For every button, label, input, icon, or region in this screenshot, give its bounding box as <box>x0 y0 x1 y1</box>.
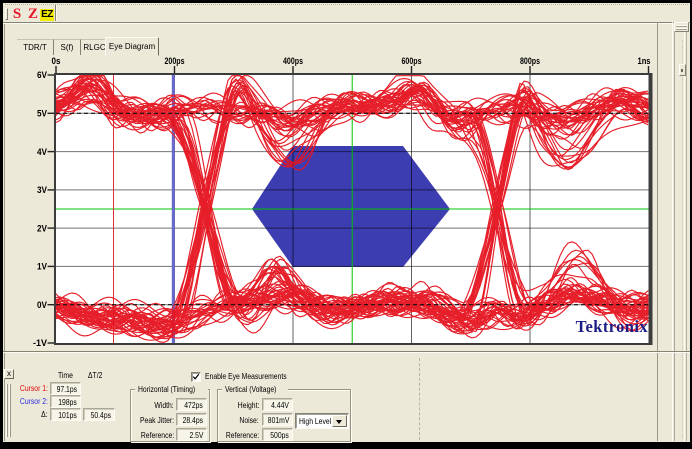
svg-text:3V: 3V <box>37 185 47 195</box>
svg-text:1V: 1V <box>37 262 47 272</box>
svg-text:5V: 5V <box>37 109 47 119</box>
svg-text:0V: 0V <box>37 300 47 310</box>
svg-text:2V: 2V <box>37 223 47 233</box>
svg-text:0s: 0s <box>52 56 61 66</box>
svg-text:Tektronix: Tektronix <box>576 317 649 336</box>
svg-text:200ps: 200ps <box>165 56 185 66</box>
svg-text:600ps: 600ps <box>402 56 422 66</box>
svg-text:4V: 4V <box>37 147 47 157</box>
svg-text:400ps: 400ps <box>283 56 303 66</box>
svg-text:6V: 6V <box>37 70 47 80</box>
svg-text:800ps: 800ps <box>520 56 540 66</box>
svg-text:-1V: -1V <box>33 338 47 348</box>
svg-text:1ns: 1ns <box>638 56 651 66</box>
